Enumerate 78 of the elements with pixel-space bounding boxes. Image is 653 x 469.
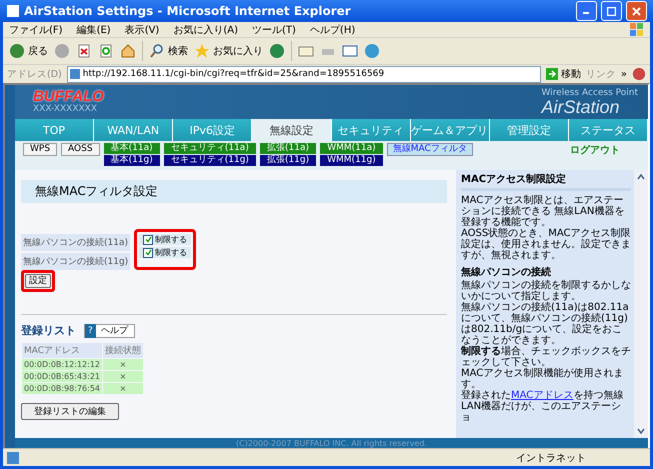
table-cell: 00:0D:0B:98:76:54 — [22, 383, 102, 394]
help-paragraph: MACアクセス制限機能が使用されます。 — [461, 368, 624, 390]
help-title: MACアクセス制限設定 — [461, 174, 631, 191]
nav-tab[interactable]: 無線設定 — [252, 119, 332, 141]
refresh-icon[interactable] — [98, 43, 114, 59]
sub-tab[interactable]: 基本(11g) — [104, 155, 160, 166]
address-label: アドレス(D) — [7, 68, 62, 80]
help-paragraph: 制限する場合、チェックボックスをチェックして下さい。 — [461, 346, 631, 368]
edit-list-button[interactable]: 登録リストの編集 — [21, 403, 119, 420]
help-paragraph: AOSS状態のとき、MACアクセス制限設定は、使用されません。設定できますが、無視されます。 — [461, 228, 631, 261]
zone-label: イントラネット — [516, 452, 586, 464]
sub-tab[interactable]: 基本(11a) — [104, 143, 160, 154]
menu-item[interactable]: お気に入り(A) — [173, 22, 238, 36]
brand-logo: BUFFALO — [33, 90, 104, 104]
restrict-checkbox[interactable]: 制限する — [139, 247, 191, 258]
table-cell: 00:0D:0B:12:12:12 — [22, 359, 102, 370]
favorites-button[interactable]: お気に入り — [194, 43, 263, 59]
search-button[interactable]: 検索 — [149, 43, 188, 59]
menu-item[interactable]: 編集(E) — [76, 22, 111, 36]
close-button[interactable] — [626, 1, 647, 21]
menu-item[interactable]: ツール(T) — [252, 22, 296, 36]
setting-label: 無線パソコンの接続(11a) — [21, 234, 130, 251]
copyright-footer: (C)2000-2007 BUFFALO INC. All rights reserved. — [15, 438, 648, 448]
windows-logo-icon — [630, 23, 644, 36]
address-field[interactable]: http://192.168.11.1/cgi-bin/cgi?req=tfr&id=25&rand=1895516569 — [66, 66, 541, 82]
apply-button[interactable]: 設定 — [25, 274, 51, 288]
table-cell: × — [103, 359, 144, 370]
browser-icon — [6, 4, 20, 18]
search-icon — [149, 43, 165, 59]
help-button[interactable]: ? ヘルプ — [84, 324, 135, 338]
logout-link[interactable]: ログアウト — [570, 143, 640, 157]
edit-icon[interactable] — [342, 43, 358, 59]
window-title: AirStation Settings - Microsoft Internet Explorer — [24, 4, 352, 18]
url-text: http://192.168.11.1/cgi-bin/cgi?req=tfr&id=25&rand=1895516569 — [82, 69, 384, 79]
sub-tab[interactable]: WMM(11g) — [320, 155, 383, 166]
registry-title: 登録リスト — [21, 323, 76, 338]
sub-tab[interactable]: セキュリティ(11g) — [164, 155, 256, 166]
page-icon — [7, 452, 19, 464]
help-paragraph: 無線パソコンの接続を制限するかしないかについて指定します。 — [461, 280, 631, 302]
table-cell: 00:0D:0B:65:43:21 — [22, 371, 102, 382]
section-title: 無線MACフィルタ設定 — [21, 180, 447, 203]
maximize-button[interactable] — [601, 1, 622, 21]
table-cell: × — [103, 383, 144, 394]
sub-tab[interactable]: 拡張(11a) — [260, 143, 316, 154]
help-heading: 無線パソコンの接続 — [461, 267, 552, 278]
setting-label: 無線パソコンの接続(11g) — [21, 253, 130, 270]
restrict-checkbox[interactable]: 制限する — [139, 234, 191, 245]
product-logo: AirStation — [541, 98, 620, 116]
home-icon[interactable] — [120, 43, 136, 59]
help-paragraph: 登録されたMACアドレスを持つ無線LAN機器だけが、このエアステーショ — [461, 390, 624, 423]
back-button[interactable]: 戻る — [9, 43, 48, 59]
column-header: MACアドレス — [22, 343, 102, 358]
menu-item[interactable]: ヘルプ(H) — [310, 22, 356, 36]
close-icon — [632, 6, 641, 16]
page-icon — [70, 69, 80, 79]
stop-icon[interactable] — [76, 43, 92, 59]
sub-button[interactable]: WPS — [23, 143, 58, 156]
model-name: XXX-XXXXXXX — [33, 104, 98, 114]
star-icon — [194, 43, 210, 59]
help-paragraph: MACアクセス制限とは、エアステーションに接続できる 無線LAN機器を登録する機能です。 — [461, 195, 626, 228]
mac-address-link[interactable]: MACアドレス — [511, 390, 574, 401]
column-header: 接続状態 — [103, 343, 144, 358]
current-sub-tab[interactable]: 無線MACフィルタ — [386, 143, 473, 156]
sub-tab[interactable]: WMM(11a) — [320, 143, 383, 154]
minimize-button[interactable] — [576, 1, 597, 21]
sub-tab[interactable]: 拡張(11g) — [260, 155, 316, 166]
go-button[interactable]: 移動 — [546, 67, 581, 81]
sub-button[interactable]: AOSS — [61, 143, 100, 156]
help-paragraph: 無線パソコンの接続(11a)は802.11aについて、無線パソコンの接続(11g)は802.11b/gについて、設定をおこなうことができます。 — [461, 302, 630, 346]
product-caption: Wireless Access Point — [541, 88, 638, 98]
scrollbar[interactable] — [634, 170, 648, 438]
maximize-icon — [607, 6, 616, 16]
menu-item[interactable]: ファイル(F) — [9, 22, 63, 36]
sub-tab[interactable]: セキュリティ(11a) — [164, 143, 256, 154]
go-arrow-icon — [546, 68, 558, 80]
menu-item[interactable]: 表示(V) — [124, 22, 160, 36]
more-chevron[interactable]: » — [620, 68, 627, 80]
table-cell: × — [103, 371, 144, 382]
